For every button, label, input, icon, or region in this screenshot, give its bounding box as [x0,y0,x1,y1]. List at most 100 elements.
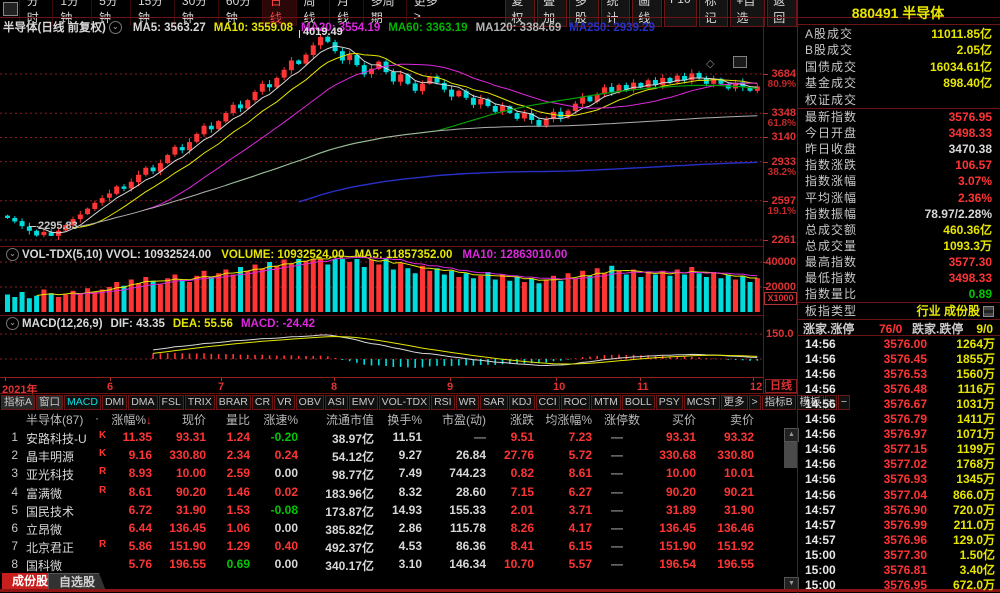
tick-time: 14:57 [805,503,836,518]
table-row[interactable]: 4富满微R8.6190.201.460.02183.96亿8.3228.607.… [0,485,797,503]
tick-price: 3576.79 [855,412,927,427]
indicator-tab-SAR[interactable]: SAR [480,395,508,410]
indicator-tab-WR[interactable]: WR [456,395,480,410]
tick-row[interactable]: 15:003577.301.50亿 [799,548,998,563]
column-header-涨停数[interactable]: 涨停数 [594,411,640,428]
column-header-卖价[interactable]: 卖价 [698,411,754,428]
tick-row[interactable]: 14:563577.151199万 [799,442,998,457]
cell-换手%: 3.10 [376,557,422,571]
indicator-tab-VR[interactable]: VR [274,395,295,410]
row-index: 3 [2,466,18,480]
table-row[interactable]: 7北京君正R5.86151.901.290.40492.37亿4.5386.36… [0,539,797,557]
cell-买价: 31.89 [642,503,696,517]
candlestick-chart[interactable] [0,18,763,246]
indicator-tab-CCI[interactable]: CCI [536,395,560,410]
tick-row[interactable]: 14:563576.931345万 [799,472,998,487]
table-row[interactable]: 2晶丰明源K9.16330.802.340.2454.12亿9.2726.842… [0,448,797,466]
column-header-现价[interactable]: 现价 [158,411,206,428]
cell-涨速%: 0.24 [252,448,298,462]
table-scrollbar-thumb[interactable] [784,442,797,468]
indicator-tab-PSY[interactable]: PSY [656,395,683,410]
board-grid-icon[interactable] [983,306,994,317]
column-header-涨速%[interactable]: 涨速% [252,411,298,428]
column-header-买价[interactable]: 买价 [642,411,696,428]
tick-row[interactable]: 14:563576.481116万 [799,382,998,397]
stat-value: 2.36% [958,190,992,206]
restore-window-icon[interactable] [733,56,747,68]
cell-涨跌: 27.76 [488,448,534,462]
tick-row[interactable]: 14:563576.531560万 [799,367,998,382]
tick-row[interactable]: 14:563576.451855万 [799,352,998,367]
macd-axis-label: 150.0 [766,328,794,340]
table-group-label[interactable]: 半导体(87) [26,411,96,428]
row-index: 2 [2,448,18,462]
table-row[interactable]: 1安路科技-UK11.3593.311.24-0.2038.97亿11.51—9… [0,430,797,448]
tick-row[interactable]: 14:573576.99211.0万 [799,518,998,533]
column-header-市盈(动)[interactable]: 市盈(动) [424,411,486,428]
indicator-tab-FSL[interactable]: FSL [159,395,184,410]
table-row[interactable]: 5国民技术6.7231.901.53-0.08173.87亿14.93155.3… [0,503,797,521]
stat-row: 指数振幅78.97/2.28% [799,206,998,222]
indicator-tab-MCST[interactable]: MCST [684,395,720,410]
indicator-tab-MACD[interactable]: MACD [64,395,101,410]
tick-row[interactable]: 14:563576.671031万 [799,397,998,412]
column-header-涨幅%[interactable]: 涨幅%↓ [104,411,152,428]
indicator-tab-ASI[interactable]: ASI [325,395,348,410]
toolbar-button-返回[interactable]: 返回 [767,0,797,27]
window-icon[interactable] [3,2,18,16]
indicator-tab-VOL-TDX[interactable]: VOL-TDX [379,395,431,410]
cell-市盈(动): 28.60 [424,485,486,499]
cell-现价: 330.80 [158,448,206,462]
table-row[interactable]: 8国科微5.76196.550.690.00340.17亿3.10146.341… [0,557,797,575]
diamond-icon[interactable]: ◇ [706,57,714,70]
tick-row[interactable]: 14:573576.96129.0万 [799,533,998,548]
tick-row[interactable]: 14:563577.04866.0万 [799,488,998,503]
tick-row[interactable]: 14:563576.971071万 [799,427,998,442]
tick-price: 3577.04 [855,488,927,503]
macd-chart[interactable] [0,315,763,377]
indicator-tab-MTM[interactable]: MTM [591,395,621,410]
tick-volume: 1071万 [929,427,995,442]
stat-value: 460.36亿 [943,222,992,238]
indicator-tab-KDJ[interactable]: KDJ [509,395,535,410]
tick-volume: 129.0万 [929,533,995,548]
indicator-tab-EMV[interactable]: EMV [349,395,378,410]
indicator-tab-DMA[interactable]: DMA [128,395,157,410]
column-header-换手%[interactable]: 换手% [376,411,422,428]
indicator-tab->[interactable]: > [749,395,761,410]
volume-chart[interactable] [0,246,763,315]
cell-买价: 93.31 [642,430,696,444]
indicator-tab-BOLL[interactable]: BOLL [622,395,655,410]
period-indicator-box[interactable]: 日线 [765,379,797,393]
cell-买价: 90.20 [642,485,696,499]
indicator-tab-RSI[interactable]: RSI [431,395,455,410]
indicator-tab-DMI[interactable]: DMI [102,395,127,410]
indicator-tab-窗口[interactable]: 窗口 [36,395,63,410]
column-header-涨跌[interactable]: 涨跌 [488,411,534,428]
tick-row[interactable]: 14:563577.021768万 [799,457,998,472]
indicator-tab-OBV[interactable]: OBV [296,395,324,410]
indicator-tab-CR[interactable]: CR [252,395,273,410]
indicator-tab-ROC[interactable]: ROC [561,395,590,410]
tick-row[interactable]: 15:003576.813.40亿 [799,563,998,578]
tick-row[interactable]: 14:563576.791411万 [799,412,998,427]
indicator-tab-指标A[interactable]: 指标A [1,395,35,410]
table-row[interactable]: 3亚光科技R8.9310.002.590.0098.77亿7.49744.230… [0,466,797,484]
indicator-tab-BRAR[interactable]: BRAR [216,395,251,410]
cell-卖价: 151.92 [698,539,754,553]
x-axis-label: 11 [637,381,649,393]
indicator-tab-更多[interactable]: 更多 [721,395,748,410]
tick-row[interactable]: 14:573576.90720.0万 [799,503,998,518]
column-header-量比[interactable]: 量比 [210,411,250,428]
stat-label: B股成交 [805,42,853,58]
tick-row[interactable]: 14:563576.001264万 [799,337,998,352]
table-row[interactable]: 6立昂微6.44136.451.060.00385.82亿2.86115.788… [0,521,797,539]
tick-row[interactable]: 15:003576.95672.0万 [799,578,998,593]
stat-row: B股成交2.05亿 [799,42,998,58]
stat-label: 总成交额 [805,222,857,238]
indicator-tab-TRIX[interactable]: TRIX [185,395,215,410]
tick-price: 3576.95 [855,578,927,593]
column-header-流通市值[interactable]: 流通市值 [300,411,374,428]
column-header-均涨幅%[interactable]: 均涨幅% [536,411,592,428]
indicator-tab-指标B[interactable]: 指标B [762,395,796,410]
